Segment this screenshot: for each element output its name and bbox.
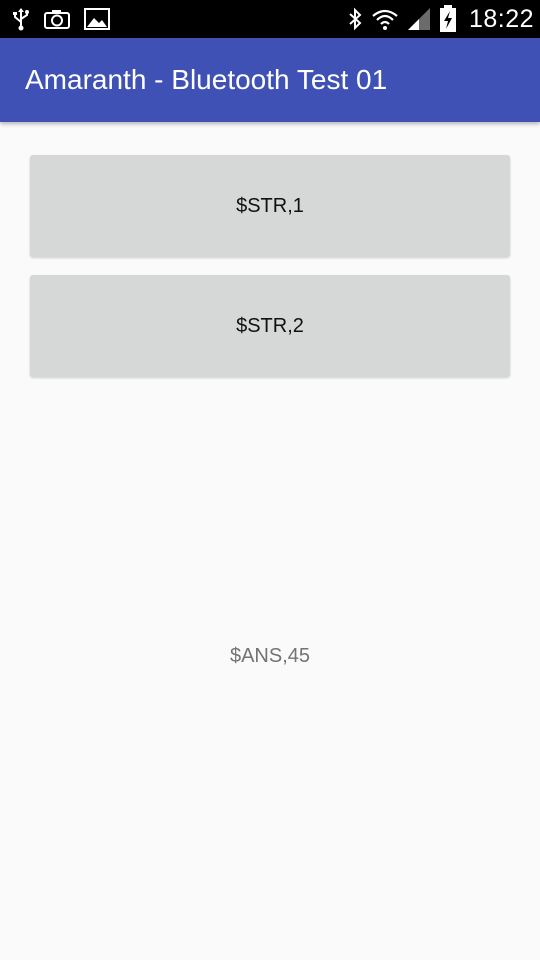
bluetooth-icon bbox=[347, 7, 363, 31]
usb-icon bbox=[12, 7, 30, 31]
status-bar: 18:22 bbox=[0, 0, 540, 38]
app-bar: Amaranth - Bluetooth Test 01 bbox=[0, 38, 540, 122]
camera-icon bbox=[44, 9, 70, 29]
str-1-button[interactable]: $STR,1 bbox=[30, 155, 510, 257]
str-2-button-label: $STR,2 bbox=[236, 314, 304, 337]
app-title: Amaranth - Bluetooth Test 01 bbox=[25, 64, 388, 95]
answer-text: $ANS,45 bbox=[229, 645, 311, 667]
status-time: 18:22 bbox=[468, 5, 534, 33]
signal-icon bbox=[407, 7, 431, 31]
status-right-icons: 18:22 bbox=[347, 4, 534, 34]
str-2-button[interactable]: $STR,2 bbox=[30, 275, 510, 377]
wifi-icon bbox=[371, 7, 399, 31]
battery-charging-icon bbox=[439, 5, 457, 33]
status-left-icons bbox=[12, 6, 110, 32]
image-icon bbox=[84, 8, 110, 30]
str-1-button-label: $STR,1 bbox=[236, 194, 304, 217]
